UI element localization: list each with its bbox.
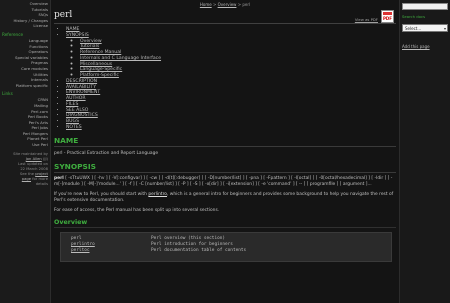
toc-link[interactable]: Reference Manual: [80, 50, 121, 55]
page-title: perl: [54, 10, 73, 20]
synopsis-usage: perl [ -sTtuUWX ] [ -hv ] [ -V[:configva…: [54, 176, 396, 189]
perlintro-link[interactable]: perlintro: [148, 192, 167, 197]
breadcrumb-overview[interactable]: Overview: [218, 2, 237, 7]
page-link[interactable]: page: [22, 177, 31, 181]
author-initials: (JJ): [42, 156, 48, 161]
toc-link[interactable]: Miscellaneous: [80, 62, 112, 67]
toc-link[interactable]: Language-Specific: [80, 67, 122, 72]
nav-section-reference: Language Functions Operators Special var…: [0, 38, 50, 88]
footer-line: details: [35, 181, 48, 186]
toc-item-notes[interactable]: NOTES: [66, 125, 398, 131]
toc-link[interactable]: NOTES: [66, 125, 82, 130]
main-content: Home > Overview > perl perl View as PDF …: [52, 0, 398, 303]
table-of-contents: NAME SYNOPSIS Overview Tutorials Referen…: [60, 27, 398, 131]
section-heading-synopsis: SYNOPSIS: [54, 162, 396, 173]
intro-paragraph: If you're new to Perl, you should start …: [54, 192, 396, 204]
synopsis-line: [ -i[extension] ] [ -e 'command' ] [ -- …: [223, 181, 372, 187]
nav-section-main: Overview Tutorials FAQs History / Change…: [0, 1, 50, 29]
ease-paragraph: For ease of access, the Perl manual has …: [54, 208, 220, 214]
pdf-icon-label: PDF: [383, 16, 392, 21]
overview-code-block: perl Perl overview (this section) perlin…: [60, 232, 392, 263]
toc-link[interactable]: AVAILABILITY: [66, 85, 96, 90]
footer-text: See the: [19, 171, 34, 176]
title-bar: perl View as PDF PDF: [54, 9, 396, 24]
view-as-pdf-link[interactable]: View as PDF: [355, 17, 378, 22]
nav-link-license[interactable]: License: [0, 23, 48, 29]
nav-section-links: CPAN Mailing Perl.com Perl Books Perl's …: [0, 97, 50, 147]
breadcrumb-separator: >: [212, 2, 217, 7]
footer-text: for more: [32, 176, 48, 181]
doc-select-dropdown[interactable]: Select...: [402, 24, 448, 32]
breadcrumb-separator: >: [237, 2, 242, 7]
synopsis-command: perl: [54, 175, 64, 181]
nav-link-use-perl[interactable]: Use Perl: [0, 142, 48, 148]
toc-link[interactable]: DIAGNOSTICS: [66, 113, 98, 118]
doc-link[interactable]: perltoc: [71, 248, 151, 254]
add-page-link[interactable]: Add this page: [402, 44, 430, 49]
doc-description: Perl documentation table of contents: [151, 247, 247, 253]
breadcrumb-current: perl: [242, 2, 251, 7]
name-description: perl - Practical Extraction and Report L…: [54, 150, 159, 156]
toc-link[interactable]: Platform-Specific: [80, 73, 119, 78]
toc-link[interactable]: FILES: [66, 102, 78, 107]
code-row: perltoc Perl documentation table of cont…: [71, 248, 385, 254]
search-input[interactable]: [402, 3, 448, 10]
nav-link-platform-specific[interactable]: Platform specific: [0, 83, 48, 89]
pdf-icon[interactable]: PDF: [381, 10, 394, 23]
breadcrumb-home[interactable]: Home: [200, 2, 212, 7]
intro-text: If you're new to Perl, you should start …: [54, 192, 147, 198]
section-heading-name: NAME: [54, 136, 396, 147]
toc-link[interactable]: AUTHOR: [66, 96, 86, 101]
toc-link[interactable]: Tutorials: [80, 44, 99, 49]
synopsis-line: [ -sTtuUWX ] [ -hv ] [ -V[:configvar] ] …: [65, 175, 245, 181]
toc-link[interactable]: SYNOPSIS: [66, 33, 89, 38]
toc-link[interactable]: Internals and C Language Interface: [80, 56, 161, 61]
toc-link[interactable]: NAME: [66, 27, 79, 32]
toc-item-synopsis[interactable]: SYNOPSIS Overview Tutorials Reference Ma…: [66, 33, 398, 79]
toc-link[interactable]: Overview: [80, 39, 102, 44]
toc-link[interactable]: BUGS: [66, 119, 79, 124]
project-link[interactable]: project: [35, 172, 48, 176]
toc-link[interactable]: SEE ALSO: [66, 108, 88, 113]
author-link[interactable]: Jon Allen: [26, 157, 42, 161]
right-sidebar: Search docs Select... Add this page: [399, 0, 450, 303]
site-footer-note: Site maintained by Jon Allen (JJ) Last u…: [0, 152, 50, 187]
toc-link[interactable]: DESCRIPTION: [66, 79, 97, 84]
search-label: Search docs: [402, 14, 426, 19]
toc-link[interactable]: ENVIRONMENT: [66, 90, 100, 95]
breadcrumb: Home > Overview > perl: [52, 0, 398, 9]
left-sidebar: Overview Tutorials FAQs History / Change…: [0, 0, 51, 303]
section-heading-overview: Overview: [54, 218, 396, 229]
